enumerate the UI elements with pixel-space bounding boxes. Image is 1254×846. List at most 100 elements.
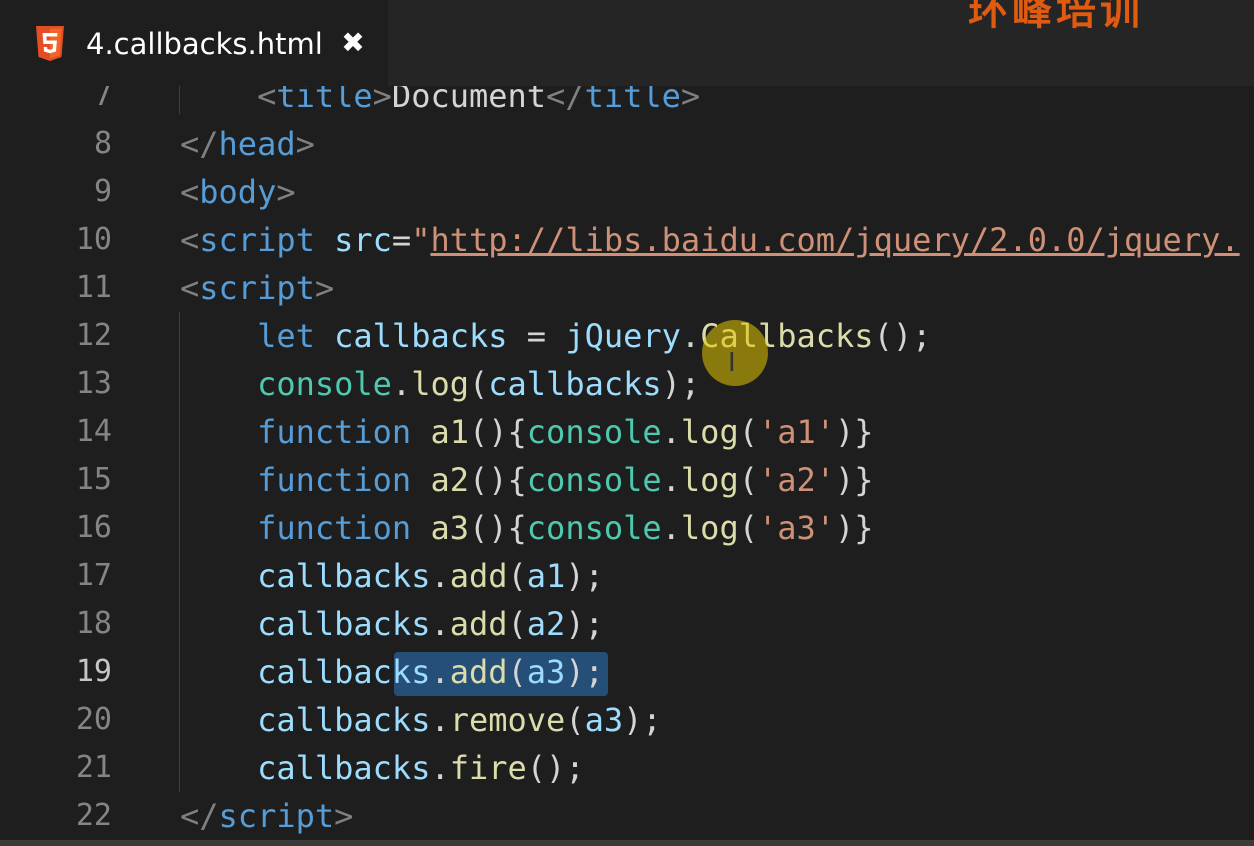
code-token-text: ( bbox=[468, 365, 489, 403]
code-line-10[interactable]: 10 <script src="http://libs.baidu.com/jqu… bbox=[0, 216, 1254, 264]
line-number: 10 bbox=[75, 222, 112, 257]
code-token-text: ); bbox=[661, 365, 701, 403]
code-token-var: a3 bbox=[584, 701, 624, 739]
code-line-22[interactable]: 22 </script> bbox=[0, 792, 1254, 840]
code-text: </script> bbox=[180, 792, 353, 840]
code-token-text: ( bbox=[507, 605, 527, 643]
code-text: callbacks.remove(a3); bbox=[180, 696, 662, 744]
code-token-tag: script bbox=[199, 221, 315, 259]
code-line-19[interactable]: 19 callbacks.add(a3); bbox=[0, 648, 1254, 696]
code-token-text: ); bbox=[623, 701, 662, 739]
code-text: callbacks.add(a2); bbox=[180, 600, 604, 648]
code-token-tag: head bbox=[218, 125, 296, 163]
code-token-text: ( bbox=[738, 509, 758, 547]
code-line-20[interactable]: 20 callbacks.remove(a3); bbox=[0, 696, 1254, 744]
code-token-text: ); bbox=[565, 653, 604, 691]
line-number: 18 bbox=[75, 606, 112, 641]
code-token-var: jQuery bbox=[565, 317, 681, 355]
code-token-punc: < bbox=[180, 221, 200, 259]
tab-bar: 4.callbacks.html ✖ 环峰培训 bbox=[0, 0, 1254, 86]
code-editor[interactable]: 7 <title>Document</title> 8 </head> 9 <body>… bbox=[0, 86, 1254, 846]
code-line-18[interactable]: 18 callbacks.add(a2); bbox=[0, 600, 1254, 648]
code-token-text: )} bbox=[835, 509, 874, 547]
code-token-kw: let bbox=[257, 317, 315, 355]
line-number: 13 bbox=[75, 366, 112, 401]
code-line-11[interactable]: 11 <script> bbox=[0, 264, 1254, 312]
code-token-fn: log bbox=[680, 461, 739, 499]
code-line-16[interactable]: 16 function a3(){console.log('a3')} bbox=[0, 504, 1254, 552]
code-token-var: a3 bbox=[526, 653, 566, 691]
code-token-fn: fire bbox=[449, 749, 527, 787]
code-token-text: ( bbox=[565, 701, 585, 739]
code-line-15[interactable]: 15 function a2(){console.log('a2')} bbox=[0, 456, 1254, 504]
code-token-var: callbacks bbox=[257, 653, 431, 691]
code-token-punc: > bbox=[276, 173, 296, 211]
code-line-7[interactable]: 7 <title>Document</title> bbox=[0, 86, 1254, 120]
code-line-14[interactable]: 14 function a1(){console.log('a1')} bbox=[0, 408, 1254, 456]
code-token-str: " bbox=[411, 221, 431, 259]
code-token-text: . bbox=[661, 509, 681, 547]
horizontal-scrollbar[interactable] bbox=[0, 840, 1254, 846]
code-token-var: callbacks bbox=[257, 557, 431, 595]
code-token-text: ( bbox=[738, 461, 758, 499]
code-line-13[interactable]: 13 console.log(callbacks); bbox=[0, 360, 1254, 408]
code-token-str: 'a2' bbox=[757, 461, 836, 499]
line-number: 8 bbox=[93, 126, 112, 161]
code-line-8[interactable]: 8 </head> bbox=[0, 120, 1254, 168]
code-token-text: (); bbox=[526, 749, 585, 787]
code-token-text: (){ bbox=[468, 413, 527, 451]
tab-4-callbacks-html[interactable]: 4.callbacks.html ✖ bbox=[0, 0, 388, 86]
code-token-punc: < bbox=[180, 269, 200, 307]
code-token-tag: title bbox=[584, 86, 681, 115]
code-line-21[interactable]: 21 callbacks.fire(); bbox=[0, 744, 1254, 792]
code-token-tag: script bbox=[218, 797, 335, 835]
line-number: 15 bbox=[75, 462, 112, 497]
code-text: callbacks.add(a1); bbox=[180, 552, 604, 600]
code-token-text: . bbox=[430, 557, 450, 595]
code-token-punc: > bbox=[334, 797, 354, 835]
code-token-text: )} bbox=[835, 413, 874, 451]
line-number: 9 bbox=[93, 174, 112, 209]
code-token-fn: add bbox=[449, 653, 508, 691]
code-token-fn: add bbox=[449, 557, 508, 595]
code-token-tag: body bbox=[199, 173, 277, 211]
line-number: 19 bbox=[75, 654, 112, 689]
code-token-fn: log bbox=[680, 509, 739, 547]
code-token-punc: < bbox=[180, 173, 200, 211]
code-line-9[interactable]: 9 <body> bbox=[0, 168, 1254, 216]
code-token-cls: console bbox=[526, 461, 662, 499]
code-token-text: . bbox=[680, 317, 701, 355]
code-token-var: callbacks bbox=[488, 365, 662, 403]
code-token-fn: a3 bbox=[430, 509, 469, 547]
code-token-text: = bbox=[391, 221, 412, 259]
code-token-str: 'a3' bbox=[757, 509, 836, 547]
code-token-text: . bbox=[430, 701, 450, 739]
code-token-punc: </ bbox=[180, 125, 219, 163]
code-token-var: callbacks bbox=[257, 701, 431, 739]
code-token-kw: function bbox=[257, 413, 412, 451]
code-line-12[interactable]: 12 let callbacks = jQuery.Callbacks(); bbox=[0, 312, 1254, 360]
code-token-punc: </ bbox=[546, 86, 585, 115]
line-number: 17 bbox=[75, 558, 112, 593]
code-token-text: Document bbox=[391, 86, 547, 115]
code-token-text: . bbox=[430, 605, 450, 643]
code-line-17[interactable]: 17 callbacks.add(a1); bbox=[0, 552, 1254, 600]
line-number: 12 bbox=[75, 318, 112, 353]
code-token-fn: a2 bbox=[430, 461, 469, 499]
code-token-fn: add bbox=[449, 605, 508, 643]
code-token-var: callbacks bbox=[257, 749, 431, 787]
code-text: <body> bbox=[180, 168, 296, 216]
close-icon[interactable]: ✖ bbox=[340, 26, 366, 60]
code-text: function a2(){console.log('a2')} bbox=[180, 456, 874, 504]
code-token-text: . bbox=[661, 413, 681, 451]
